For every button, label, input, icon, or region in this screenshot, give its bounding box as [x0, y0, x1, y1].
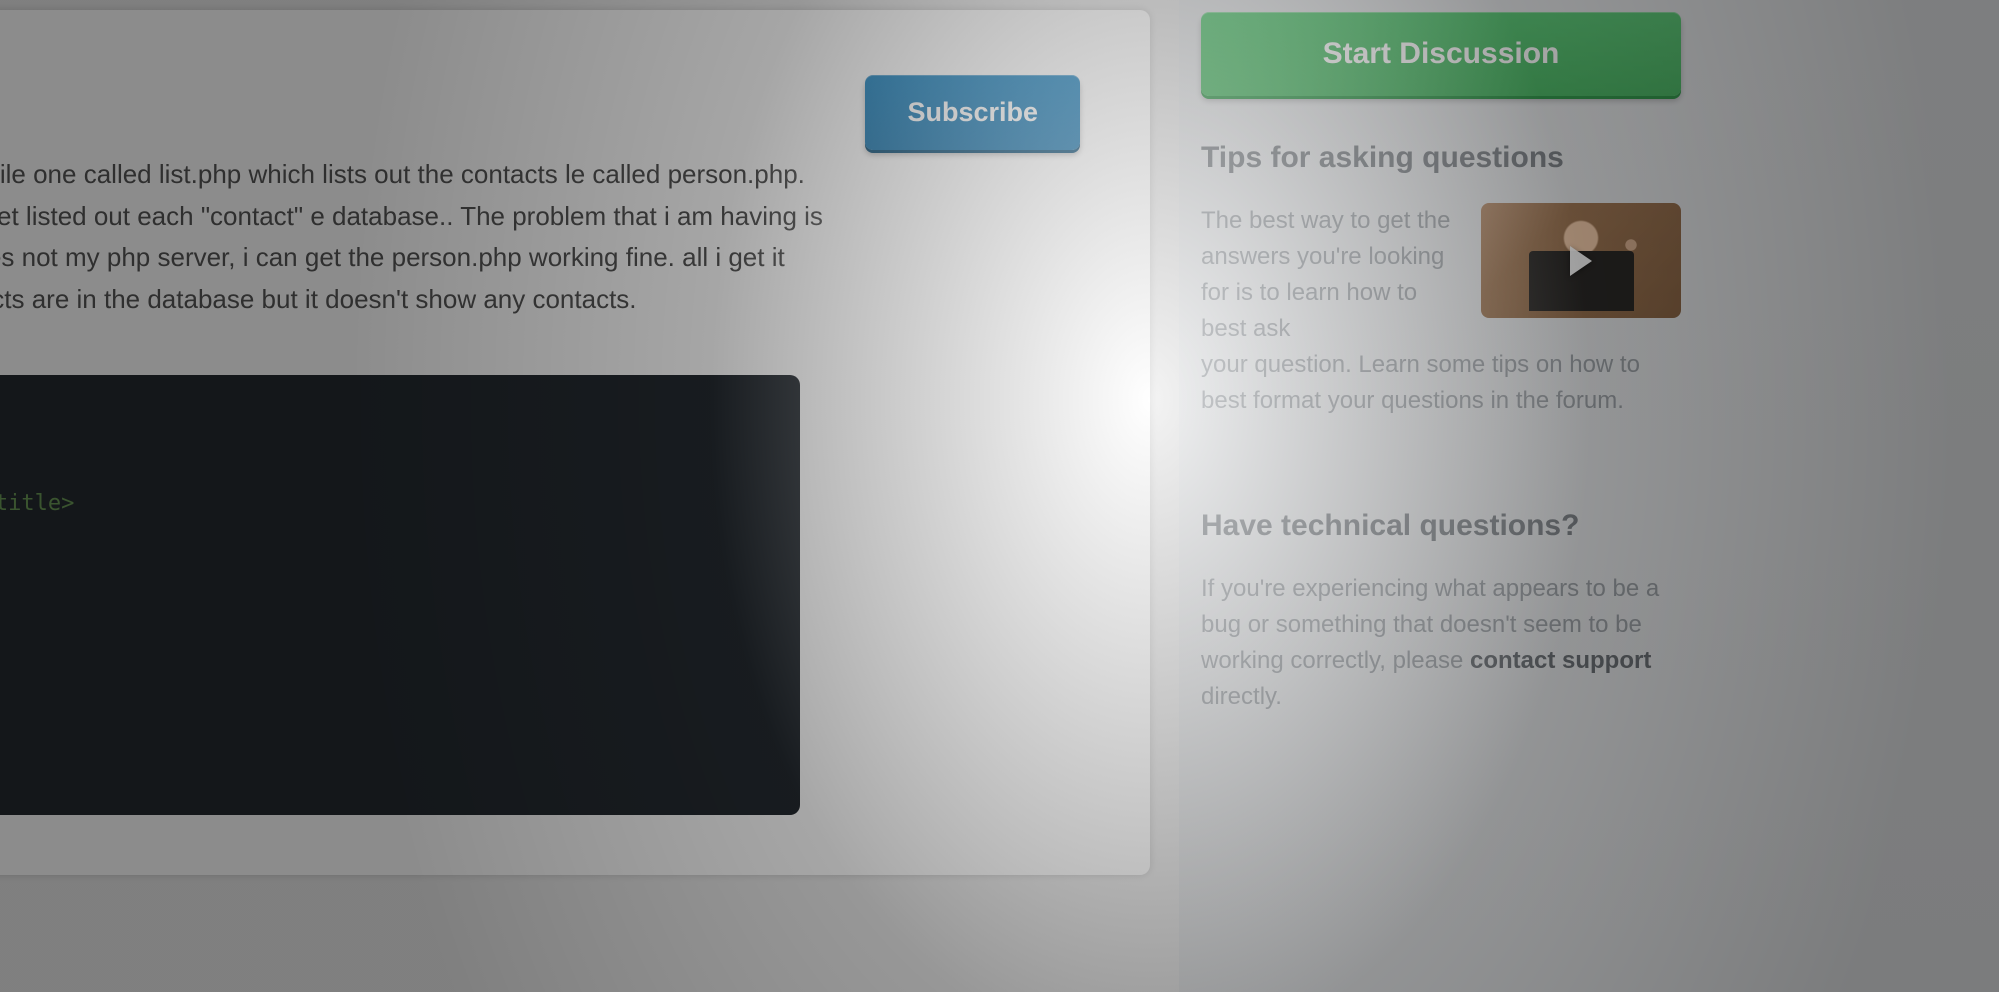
question-description: p & mysql. I Have 2 file one called list…	[0, 154, 830, 320]
tips-text-narrow: The best way to get the answers you're l…	[1201, 203, 1461, 347]
tips-text-wide: your question. Learn some tips on how to…	[1201, 347, 1681, 419]
code-closing-tag: </title>	[0, 491, 74, 516]
code-line-blank1	[0, 410, 770, 447]
code-line-comment: e server	[0, 747, 770, 784]
code-line-blank7	[0, 672, 770, 709]
start-discussion-label: Start Discussion	[1323, 37, 1560, 70]
main-content-card: ess Book Subscribe p & mysql. I Have 2 f…	[0, 10, 1150, 875]
code-line-blank3	[0, 523, 770, 560]
code-line-title: from the database</title>	[0, 485, 770, 522]
tips-video-thumbnail[interactable]	[1481, 203, 1681, 318]
code-block: from the database</title> e server	[0, 375, 800, 815]
code-line-blank8	[0, 710, 770, 747]
subscribe-button[interactable]: Subscribe	[865, 75, 1080, 150]
play-icon	[1570, 246, 1592, 276]
sidebar: Start Discussion Tips for asking questio…	[1179, 0, 1999, 992]
tech-questions-heading: Have technical questions?	[1201, 509, 1681, 543]
tips-top-row: The best way to get the answers you're l…	[1201, 203, 1681, 347]
code-line-blank4	[0, 560, 770, 597]
tips-heading: Tips for asking questions	[1201, 141, 1977, 175]
tech-text-after: directly.	[1201, 683, 1282, 710]
tech-questions-text: If you're experiencing what appears to b…	[1201, 571, 1681, 715]
technical-questions-section: Have technical questions? If you're expe…	[1201, 509, 1681, 715]
code-line-blank6	[0, 635, 770, 672]
code-line-blank2	[0, 448, 770, 485]
contact-support-link[interactable]: contact support	[1470, 647, 1651, 674]
code-line-blank5	[0, 597, 770, 634]
start-discussion-button[interactable]: Start Discussion	[1201, 12, 1681, 96]
tips-section: The best way to get the answers you're l…	[1201, 203, 1681, 419]
subscribe-label: Subscribe	[907, 97, 1038, 127]
